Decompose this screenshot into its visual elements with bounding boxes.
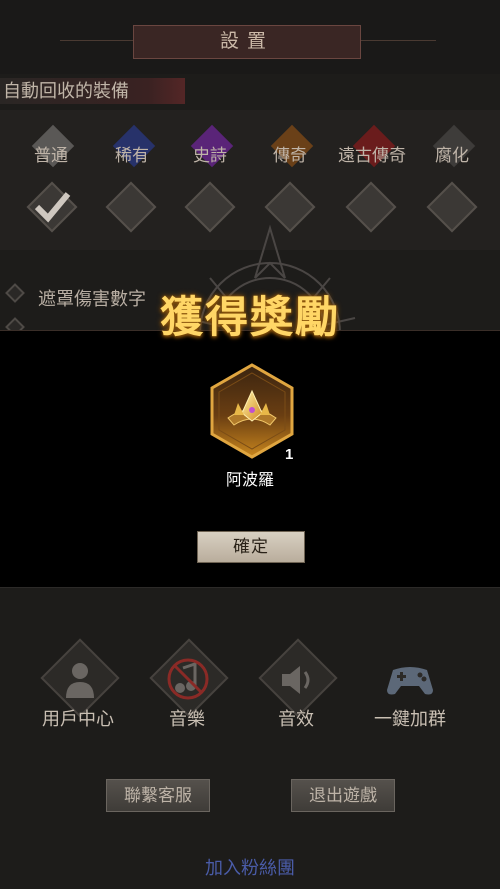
page-title: 設置 (133, 25, 361, 59)
rarity-corrupted: 腐化 (427, 124, 477, 177)
checkmark-icon (34, 192, 71, 223)
rarity-corrupted-label: 腐化 (435, 146, 469, 165)
auto-recycle-header: 自動回收的裝備 (0, 78, 185, 104)
checkbox-frame-icon (105, 181, 157, 233)
rarity-epic: 史詩 (185, 124, 235, 177)
title-divider-right (361, 40, 436, 41)
reward-item-slot[interactable] (208, 363, 296, 459)
rarity-legendary: 傳奇 (265, 124, 315, 177)
join-fan-group-link[interactable]: 加入粉絲團 (0, 854, 500, 880)
user-icon (66, 663, 94, 698)
rarity-corrupted-checkbox[interactable] (425, 180, 479, 234)
confirm-button[interactable]: 確定 (197, 531, 305, 563)
title-divider-left (60, 40, 135, 41)
rarity-common: 普通 (26, 124, 76, 177)
rarity-rare: 稀有 (107, 124, 157, 177)
speaker-icon (282, 666, 310, 694)
rarity-rare-label: 稀有 (115, 146, 149, 165)
rarity-common-label: 普通 (34, 146, 68, 165)
reward-item-name: 阿波羅 (225, 472, 274, 489)
checkbox-frame-icon (426, 181, 478, 233)
menu-sound-effects-label: 音效 (278, 709, 314, 729)
gamepad-icon (387, 667, 433, 695)
music-muted-icon (167, 658, 209, 700)
menu-user-center[interactable]: 用戶中心 (28, 638, 128, 730)
rarity-common-checkbox[interactable] (25, 180, 79, 234)
contact-support-button[interactable]: 聯繫客服 (106, 779, 210, 812)
rarity-ancient-legendary: 遠古傳奇 (338, 124, 406, 177)
menu-join-group[interactable]: 一鍵加群 (360, 650, 460, 730)
menu-music-label: 音樂 (169, 709, 205, 729)
exit-game-button[interactable]: 退出遊戲 (291, 779, 395, 812)
menu-music[interactable]: 音樂 (137, 638, 237, 730)
menu-sound-effects[interactable]: 音效 (246, 638, 346, 730)
menu-join-group-label: 一鍵加群 (374, 709, 446, 729)
reward-title: 獲得獎勵 (160, 294, 340, 342)
rarity-legendary-label: 傳奇 (273, 146, 307, 165)
menu-user-center-label: 用戶中心 (42, 709, 114, 729)
rarity-epic-label: 史詩 (193, 146, 227, 165)
title-bar: 設置 (0, 0, 500, 74)
rarity-ancient-label: 遠古傳奇 (338, 146, 406, 165)
reward-item-quantity: 1 (285, 446, 294, 463)
crown-icon (210, 363, 294, 459)
